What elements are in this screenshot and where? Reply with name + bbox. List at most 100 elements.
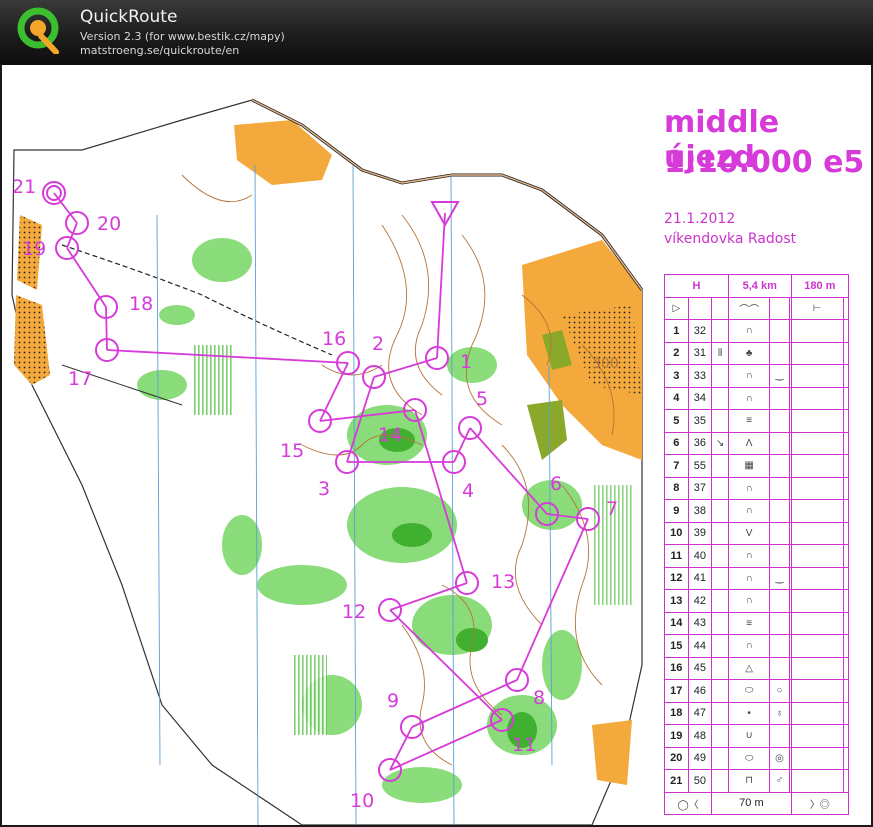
empty-cell (842, 409, 850, 433)
empty-cell (842, 611, 850, 635)
empty-cell (842, 431, 850, 455)
empty-cell (790, 386, 844, 410)
control-seq: 8 (664, 476, 689, 500)
empty-cell (769, 724, 790, 748)
control-code: 45 (687, 656, 713, 680)
empty-cell (769, 431, 790, 455)
empty-cell (711, 589, 729, 613)
refreshment-icon: ◎ (769, 746, 790, 770)
control-number: 4 (462, 480, 474, 502)
contour-label: 300 (592, 356, 619, 372)
app-title: QuickRoute (80, 7, 178, 27)
control-number: 18 (129, 293, 153, 315)
event-date: 21.1.2012 (664, 211, 736, 227)
control-seq: 11 (664, 544, 689, 568)
control-seq: 10 (664, 521, 689, 545)
depression-icon: ⬭ (727, 679, 771, 703)
course-leg (105, 306, 108, 351)
empty-cell (790, 611, 844, 635)
course-length: 5,4 km (727, 274, 792, 298)
boulder-icon: △ (727, 656, 771, 680)
path-icon: ⌒⌒ (727, 296, 771, 320)
empty-cell (842, 589, 850, 613)
empty-cell (769, 454, 790, 478)
control-number: 14 (378, 424, 402, 446)
knoll-icon: ∩ (727, 566, 771, 590)
thicket-icon: ⦀ (711, 341, 729, 365)
empty-cell (842, 319, 850, 343)
manned-control-icon: ♁ (769, 701, 790, 725)
control-seq: 3 (664, 364, 689, 388)
app-header: QuickRoute Version 2.3 (for www.bestik.c… (0, 0, 873, 65)
control-code: 44 (687, 634, 713, 658)
description-row: 9 38 ∩ (664, 499, 850, 523)
empty-cell (842, 769, 850, 793)
spur-icon: Λ (727, 431, 771, 455)
empty-cell (769, 544, 790, 568)
control-description-sheet: H 5,4 km 180 m ▷ ⌒⌒ ⊢ 1 32 ∩ 2 31 ⦀ ♣ 3 33 ∩ ‿ 4 34 ∩ 5 35 ≡ 6 3… (663, 274, 850, 815)
empty-cell (769, 341, 790, 365)
empty-cell (842, 701, 850, 725)
trench-icon: ⊓ (727, 769, 771, 793)
control-number: 20 (97, 213, 121, 235)
description-row: 20 49 ⬭ ◎ (664, 746, 850, 770)
control-number: 15 (280, 440, 304, 462)
empty-cell (790, 499, 844, 523)
empty-cell (842, 656, 850, 680)
empty-cell (769, 386, 790, 410)
first-aid-icon: ♂ (769, 769, 790, 793)
description-row: 17 46 ⬭ ○ (664, 679, 850, 703)
empty-cell (790, 656, 844, 680)
control-code: 49 (687, 746, 713, 770)
empty-cell (790, 544, 844, 568)
control-number: 17 (68, 368, 92, 390)
empty-cell (842, 476, 850, 500)
reentrant-icon: V (727, 521, 771, 545)
control-seq: 17 (664, 679, 689, 703)
empty-cell (711, 769, 729, 793)
tree-icon: ♣ (727, 341, 771, 365)
finish-distance: 70 m (711, 791, 792, 815)
control-seq: 15 (664, 634, 689, 658)
empty-cell (711, 476, 729, 500)
empty-cell (790, 566, 844, 590)
control-code: 46 (687, 679, 713, 703)
control-seq: 4 (664, 386, 689, 410)
control-seq: 12 (664, 566, 689, 590)
empty-cell (769, 634, 790, 658)
control-number: 1 (460, 351, 472, 373)
control-seq: 9 (664, 499, 689, 523)
empty-cell (842, 634, 850, 658)
finish-icon: 〉◎ (790, 791, 850, 815)
empty-cell (711, 679, 729, 703)
knoll-icon: ∩ (727, 364, 771, 388)
start-triangle-icon: ▷ (664, 296, 689, 320)
knoll-icon: ∩ (727, 589, 771, 613)
control-seq: 16 (664, 656, 689, 680)
map-scale: 1:10.000 e5 (664, 145, 865, 180)
orienteering-map[interactable]: 300 1 2 3 4 5 6 7 8 9 10 11 12 13 14 15 16 17 18 19 20 21 mi… (2, 65, 871, 825)
knoll-icon: ∩ (727, 634, 771, 658)
control-code: 40 (687, 544, 713, 568)
empty-cell (842, 341, 850, 365)
control-number: 3 (318, 478, 330, 500)
control-code: 35 (687, 409, 713, 433)
empty-cell (711, 296, 729, 320)
course-class: H (664, 274, 729, 298)
open-land-area (592, 720, 632, 785)
empty-cell (842, 521, 850, 545)
empty-cell (711, 656, 729, 680)
empty-cell (711, 701, 729, 725)
southeast-arrow-icon: ↘ (711, 431, 729, 455)
control-code: 48 (687, 724, 713, 748)
radio-control-icon: ○ (769, 679, 790, 703)
finish-funnel-icon: ◯〈 (663, 791, 713, 815)
control-code: 32 (687, 319, 713, 343)
empty-cell (790, 746, 844, 770)
description-row: 6 36 ↘ Λ (664, 431, 850, 455)
knoll-icon: ∩ (727, 499, 771, 523)
empty-cell (842, 746, 850, 770)
empty-cell (711, 724, 729, 748)
control-code: 47 (687, 701, 713, 725)
description-row: 10 39 V (664, 521, 850, 545)
